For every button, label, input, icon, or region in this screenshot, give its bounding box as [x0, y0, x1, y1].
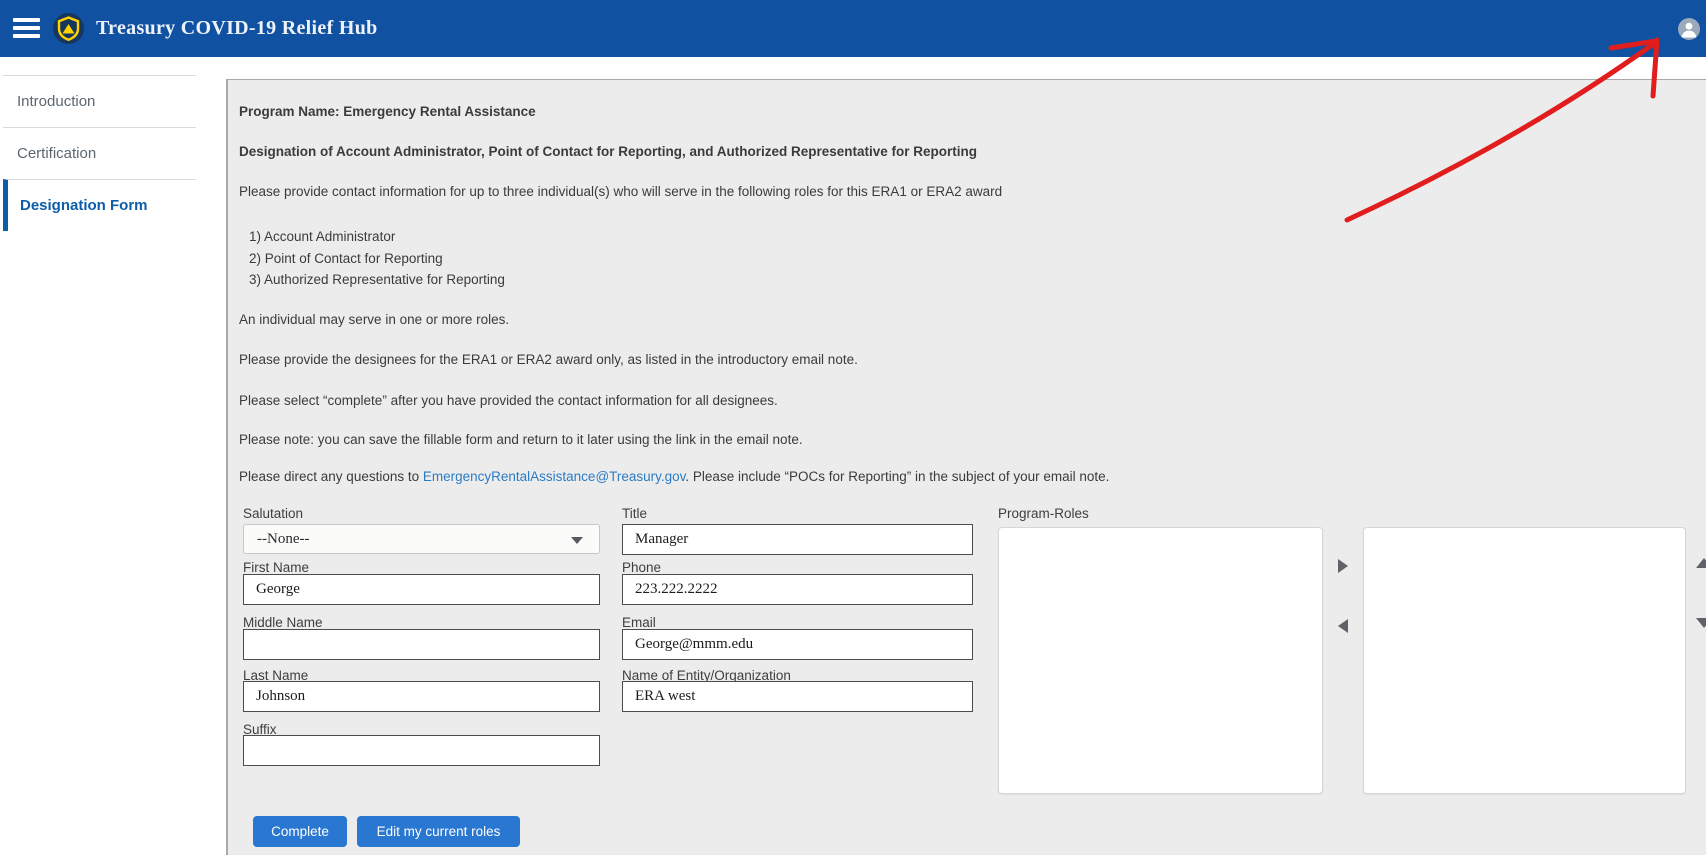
move-right-icon[interactable] — [1338, 559, 1348, 573]
note-complete: Please select “complete” after you have … — [239, 393, 778, 409]
role-list-item: 3) Authorized Representative for Reporti… — [249, 272, 505, 287]
edit-current-roles-button[interactable]: Edit my current roles — [357, 816, 520, 847]
sidebar-nav: Introduction Certification Designation F… — [0, 57, 226, 859]
role-list-item: 2) Point of Contact for Reporting — [249, 251, 443, 266]
app-title: Treasury COVID-19 Relief Hub — [96, 0, 378, 57]
program-name-text: Program Name: Emergency Rental Assistanc… — [239, 104, 536, 120]
role-list-item: 1) Account Administrator — [249, 229, 395, 244]
last-name-input[interactable] — [243, 681, 600, 712]
note-questions: Please direct any questions to Emergency… — [239, 469, 1109, 485]
entity-name-input[interactable] — [622, 681, 973, 712]
questions-suffix: . Please include “POCs for Reporting” in… — [685, 469, 1109, 484]
designation-heading: Designation of Account Administrator, Po… — [239, 144, 977, 160]
email-input[interactable] — [622, 629, 973, 660]
phone-input[interactable] — [622, 574, 973, 605]
salutation-select[interactable]: --None-- — [243, 524, 600, 554]
note-multiple-roles: An individual may serve in one or more r… — [239, 312, 509, 328]
phone-label: Phone — [622, 560, 661, 575]
treasury-relief-hub-page: { "header": { "title": "Treasury COVID-1… — [0, 0, 1706, 859]
sidebar-item-designation-form[interactable]: Designation Form — [3, 179, 196, 231]
middle-name-label: Middle Name — [243, 615, 323, 630]
move-down-icon[interactable] — [1696, 618, 1706, 628]
first-name-label: First Name — [243, 560, 309, 575]
support-email-link[interactable]: EmergencyRentalAssistance@Treasury.gov — [423, 469, 686, 484]
move-left-icon[interactable] — [1338, 619, 1348, 633]
sidebar-item-introduction[interactable]: Introduction — [3, 75, 196, 127]
hamburger-menu-icon[interactable] — [13, 18, 40, 39]
bottom-strip — [0, 855, 1706, 859]
sidebar-item-certification[interactable]: Certification — [3, 127, 196, 179]
email-label: Email — [622, 615, 656, 630]
treasury-logo-icon — [53, 13, 84, 44]
title-input[interactable] — [622, 524, 973, 555]
move-up-icon[interactable] — [1696, 558, 1706, 568]
salutation-label: Salutation — [243, 506, 303, 521]
program-roles-selected-listbox[interactable] — [1363, 527, 1686, 794]
sidebar-nav-list: Introduction Certification Designation F… — [3, 75, 196, 231]
suffix-input[interactable] — [243, 735, 600, 766]
program-roles-label: Program-Roles — [998, 506, 1089, 521]
chevron-down-icon — [571, 537, 583, 544]
designation-form-panel: Program Name: Emergency Rental Assistanc… — [226, 79, 1706, 855]
questions-prefix: Please direct any questions to — [239, 469, 423, 484]
program-roles-available-listbox[interactable] — [998, 527, 1323, 794]
app-header: Treasury COVID-19 Relief Hub — [0, 0, 1706, 57]
title-label: Title — [622, 506, 647, 521]
first-name-input[interactable] — [243, 574, 600, 605]
middle-name-input[interactable] — [243, 629, 600, 660]
user-profile-icon[interactable] — [1678, 18, 1700, 40]
intro-paragraph: Please provide contact information for u… — [239, 184, 1002, 200]
note-save-form: Please note: you can save the fillable f… — [239, 432, 803, 448]
salutation-selected-value: --None-- — [244, 531, 309, 548]
note-designees: Please provide the designees for the ERA… — [239, 352, 858, 368]
complete-button[interactable]: Complete — [253, 816, 347, 847]
